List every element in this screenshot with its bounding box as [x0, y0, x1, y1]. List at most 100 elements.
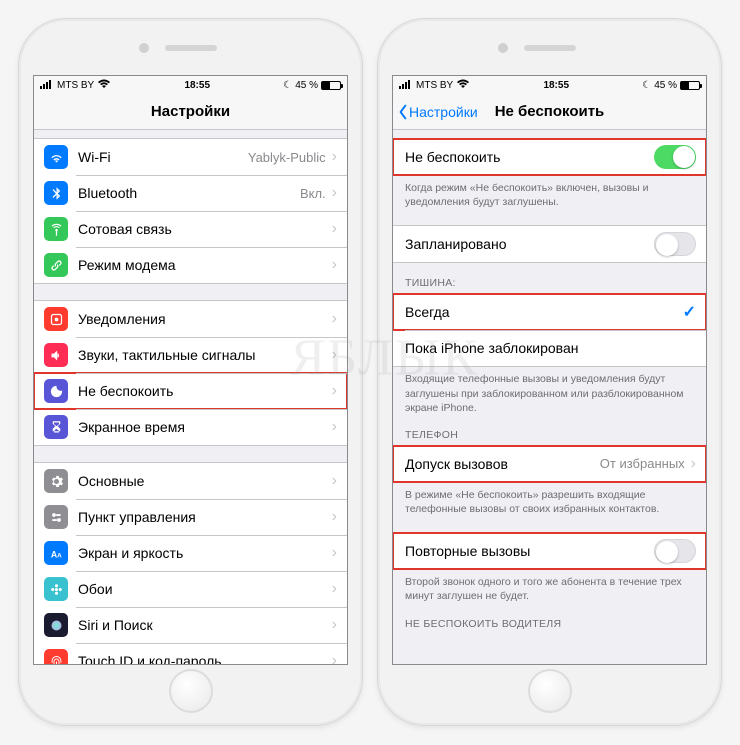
allow-calls-value: От избранных — [600, 456, 685, 471]
row-label: Пункт управления — [78, 509, 330, 525]
front-camera — [498, 43, 508, 53]
moon-status-icon: ☾ — [642, 80, 651, 91]
settings-row-aa[interactable]: AAЭкран и яркость› — [34, 535, 347, 571]
settings-row-bell[interactable]: Уведомления› — [34, 301, 347, 337]
chevron-right-icon: › — [332, 418, 337, 436]
settings-row-touchid[interactable]: Touch ID и код-пароль› — [34, 643, 347, 664]
row-label: Bluetooth — [78, 185, 300, 201]
row-label: Touch ID и код-пароль — [78, 653, 330, 664]
home-button[interactable] — [169, 669, 213, 713]
dnd-list[interactable]: Не беспокоить Когда режим «Не беспокоить… — [393, 130, 706, 664]
bell-icon — [44, 307, 68, 331]
screen-dnd: MTS BY 18:55 ☾ 45 % Настройки Не беспоко… — [392, 75, 707, 665]
speaker-grille — [524, 45, 576, 51]
battery-percent: 45 % — [295, 80, 318, 91]
settings-row-siri[interactable]: Siri и Поиск› — [34, 607, 347, 643]
gear-icon — [44, 469, 68, 493]
allow-calls-footer: В режиме «Не беспокоить» разрешить входя… — [393, 483, 706, 516]
carrier-label: MTS BY — [416, 80, 453, 91]
group-silence: Всегда ✓ Пока iPhone заблокирован — [393, 293, 706, 367]
row-label: Режим модема — [78, 257, 330, 273]
scheduled-label: Запланировано — [405, 236, 654, 252]
phone-left: MTS BY 18:55 ☾ 45 % Настройки Wi-FiYably… — [18, 18, 363, 726]
wifi-icon — [97, 79, 111, 92]
row-label: Экран и яркость — [78, 545, 330, 561]
group-dnd-toggle: Не беспокоить — [393, 138, 706, 176]
row-repeat-calls[interactable]: Повторные вызовы — [393, 533, 706, 569]
chevron-right-icon: › — [332, 652, 337, 664]
status-time: 18:55 — [184, 80, 210, 91]
silence-header: ТИШИНА: — [393, 263, 706, 293]
home-button[interactable] — [528, 669, 572, 713]
touchid-icon — [44, 649, 68, 664]
silence-locked-label: Пока iPhone заблокирован — [405, 340, 696, 356]
chevron-right-icon: › — [332, 220, 337, 238]
settings-row-switches[interactable]: Пункт управления› — [34, 499, 347, 535]
silence-always-label: Всегда — [405, 304, 683, 320]
back-label: Настройки — [409, 104, 478, 120]
row-scheduled[interactable]: Запланировано — [393, 226, 706, 262]
link-icon — [44, 253, 68, 277]
chevron-right-icon: › — [332, 508, 337, 526]
settings-row-gear[interactable]: Основные› — [34, 463, 347, 499]
chevron-right-icon: › — [332, 580, 337, 598]
chevron-right-icon: › — [332, 472, 337, 490]
front-camera — [139, 43, 149, 53]
chevron-right-icon: › — [332, 310, 337, 328]
settings-list[interactable]: Wi-FiYablyk-Public›BluetoothВкл.›Сотовая… — [34, 130, 347, 664]
row-dnd-toggle[interactable]: Не беспокоить — [393, 139, 706, 175]
back-button[interactable]: Настройки — [397, 104, 478, 120]
signal-icon — [40, 79, 54, 92]
battery-icon — [321, 81, 341, 90]
bluetooth-icon — [44, 181, 68, 205]
row-label: Siri и Поиск — [78, 617, 330, 633]
flower-icon — [44, 577, 68, 601]
settings-row-flower[interactable]: Обои› — [34, 571, 347, 607]
settings-row-link[interactable]: Режим модема› — [34, 247, 347, 283]
settings-row-wifi[interactable]: Wi-FiYablyk-Public› — [34, 139, 347, 175]
page-title: Настройки — [151, 103, 230, 120]
chevron-right-icon: › — [332, 616, 337, 634]
group-scheduled: Запланировано — [393, 225, 706, 263]
chevron-right-icon: › — [332, 148, 337, 166]
settings-row-antenna[interactable]: Сотовая связь› — [34, 211, 347, 247]
antenna-icon — [44, 217, 68, 241]
row-label: Звуки, тактильные сигналы — [78, 347, 330, 363]
dnd-footer: Когда режим «Не беспокоить» включен, выз… — [393, 176, 706, 209]
settings-row-hourglass[interactable]: Экранное время› — [34, 409, 347, 445]
settings-row-speaker[interactable]: Звуки, тактильные сигналы› — [34, 337, 347, 373]
scheduled-switch[interactable] — [654, 232, 696, 256]
repeat-switch[interactable] — [654, 539, 696, 563]
row-silence-locked[interactable]: Пока iPhone заблокирован — [393, 330, 706, 366]
settings-row-moon[interactable]: Не беспокоить› — [34, 373, 347, 409]
settings-group-general: Основные›Пункт управления›AAЭкран и ярко… — [34, 462, 347, 664]
signal-icon — [399, 79, 413, 92]
carrier-label: MTS BY — [57, 80, 94, 91]
nav-bar: Настройки — [34, 94, 347, 130]
status-bar: MTS BY 18:55 ☾ 45 % — [34, 76, 347, 94]
speaker-grille — [165, 45, 217, 51]
settings-group-notifications: Уведомления›Звуки, тактильные сигналы›Не… — [34, 300, 347, 446]
settings-row-bluetooth[interactable]: BluetoothВкл.› — [34, 175, 347, 211]
moon-status-icon: ☾ — [283, 80, 292, 91]
repeat-footer: Второй звонок одного и того же абонента … — [393, 570, 706, 603]
screen-settings: MTS BY 18:55 ☾ 45 % Настройки Wi-FiYably… — [33, 75, 348, 665]
row-label: Сотовая связь — [78, 221, 330, 237]
chevron-right-icon: › — [332, 382, 337, 400]
hourglass-icon — [44, 415, 68, 439]
switches-icon — [44, 505, 68, 529]
row-label: Не беспокоить — [78, 383, 330, 399]
wifi-icon — [44, 145, 68, 169]
moon-icon — [44, 379, 68, 403]
dnd-switch[interactable] — [654, 145, 696, 169]
driving-header: НЕ БЕСПОКОИТЬ ВОДИТЕЛЯ — [393, 604, 706, 634]
row-silence-always[interactable]: Всегда ✓ — [393, 294, 706, 330]
aa-icon: AA — [44, 541, 68, 565]
group-repeat-calls: Повторные вызовы — [393, 532, 706, 570]
chevron-right-icon: › — [332, 184, 337, 202]
battery-icon — [680, 81, 700, 90]
repeat-label: Повторные вызовы — [405, 543, 654, 559]
phone-right: MTS BY 18:55 ☾ 45 % Настройки Не беспоко… — [377, 18, 722, 726]
checkmark-icon: ✓ — [683, 302, 696, 322]
row-allow-calls[interactable]: Допуск вызовов От избранных › — [393, 446, 706, 482]
